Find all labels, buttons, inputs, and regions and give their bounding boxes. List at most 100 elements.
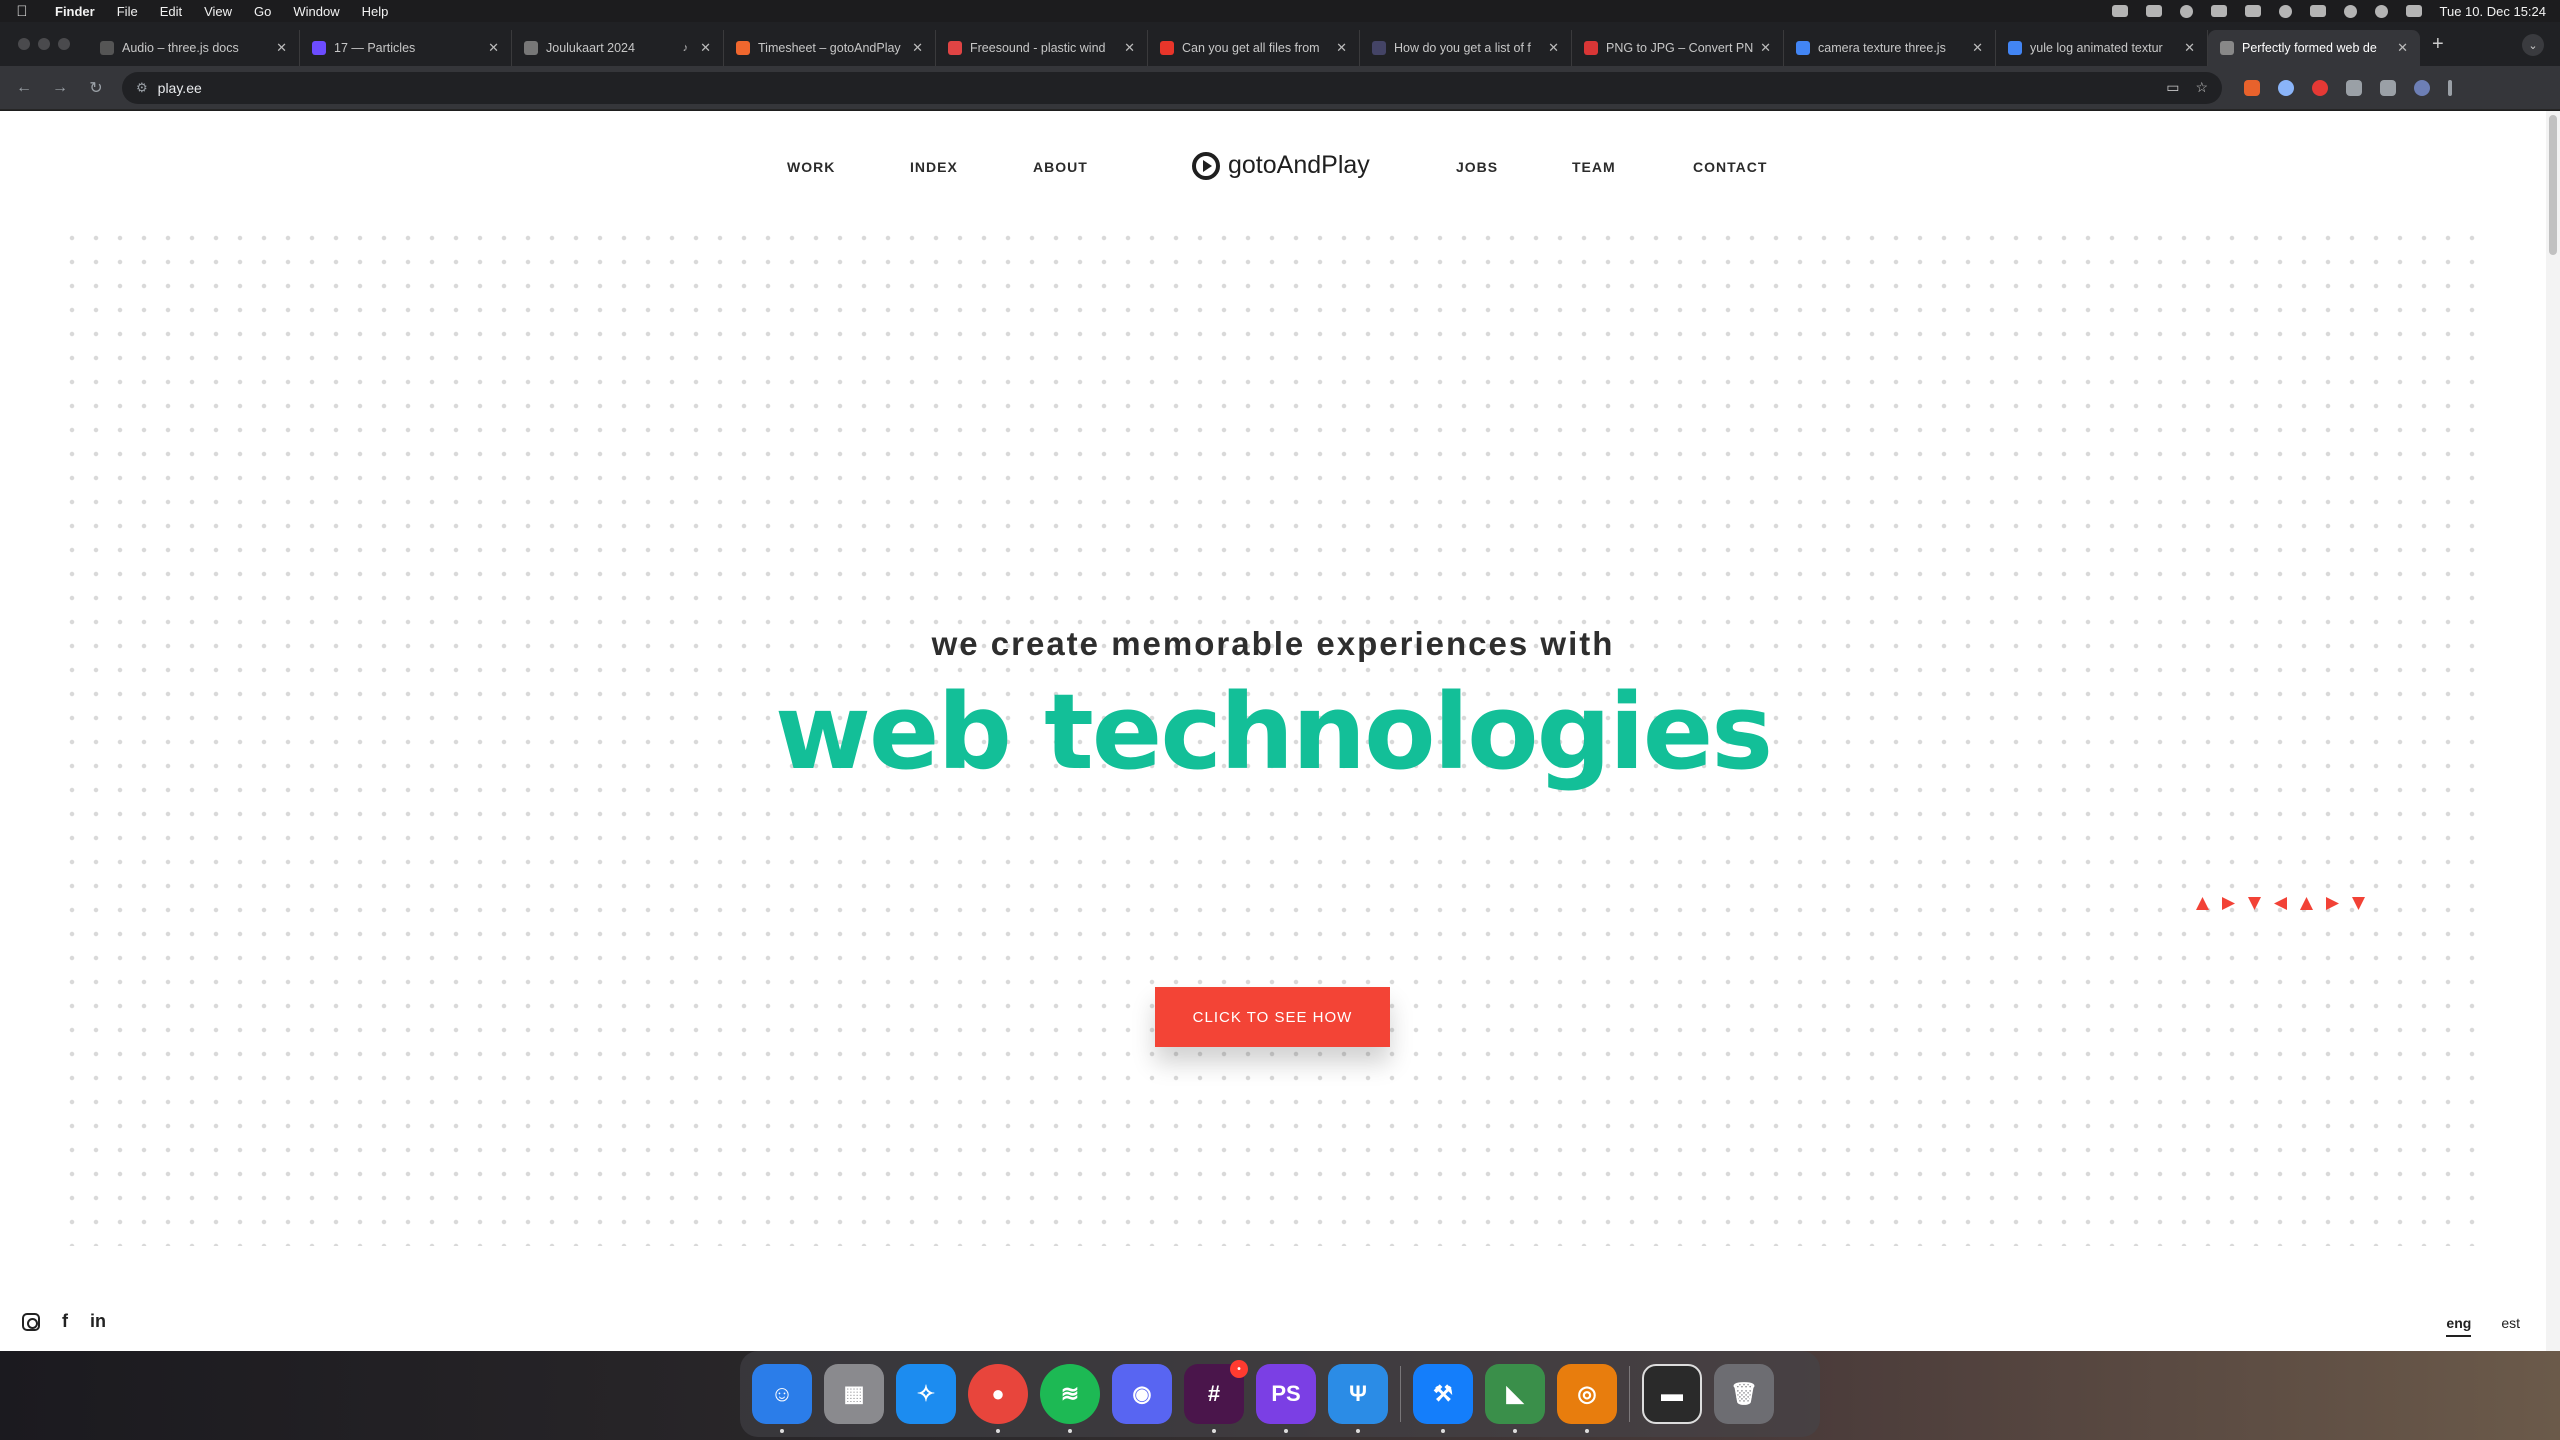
extension-red-icon[interactable] [2312,79,2328,96]
bookmark-star-icon[interactable]: ☆ [2195,79,2208,96]
menu-help[interactable]: Help [351,4,400,19]
tab-timesheet[interactable]: Timesheet – gotoAndPlay ✕ [724,30,936,66]
nav-about[interactable]: ABOUT [1033,159,1088,175]
play-status-icon[interactable] [2278,4,2292,18]
spotify-icon[interactable]: ≋ [1040,1364,1100,1433]
arrow-up-icon [2196,897,2209,910]
keyboard-layout-icon[interactable] [2244,5,2261,17]
menu-app-name[interactable]: Finder [44,4,106,19]
apple-icon[interactable]:  [0,3,44,20]
battery-icon[interactable] [2309,5,2326,17]
extension-orange-icon[interactable] [2244,79,2260,96]
tab-close-icon[interactable]: ✕ [2184,40,2195,56]
launchpad-icon[interactable]: ▦ [824,1364,884,1424]
dock-separator [1629,1366,1630,1422]
trash-icon[interactable]: 🗑 [1714,1364,1774,1424]
menu-view[interactable]: View [193,4,243,19]
control-center-icon[interactable] [2405,5,2422,17]
tab-audio-threejs[interactable]: Audio – three.js docs ✕ [88,30,300,66]
menu-go[interactable]: Go [243,4,282,19]
downloads-icon[interactable] [2380,79,2396,96]
safari-icon[interactable]: ✧ [896,1364,956,1424]
tab-close-icon[interactable]: ✕ [1336,40,1347,56]
extension-globe-icon[interactable] [2278,79,2294,96]
install-app-icon[interactable]: ▭ [2166,79,2179,96]
tab-active-play-ee[interactable]: Perfectly formed web de ✕ [2208,30,2420,66]
lang-eng[interactable]: eng [2446,1315,2472,1337]
site-info-icon[interactable]: ⚙ [136,80,148,96]
app-status-icon[interactable] [2145,5,2162,17]
site-logo[interactable]: gotoAndPlay [1192,151,1370,180]
back-icon[interactable]: ← [6,79,42,97]
nav-index[interactable]: INDEX [910,159,958,175]
new-tab-button[interactable]: + [2432,33,2444,56]
downloads-stack-icon[interactable]: ▬ [1642,1364,1702,1424]
menu-file[interactable]: File [106,4,149,19]
menu-window[interactable]: Window [282,4,350,19]
tab-png-to-jpg[interactable]: PNG to JPG – Convert PN ✕ [1572,30,1784,66]
tab-close-icon[interactable]: ✕ [2397,40,2408,56]
affinity-icon[interactable]: ◣ [1485,1364,1545,1433]
site-navigation: WORK INDEX ABOUT gotoAndPlay JOBS TEAM C… [0,147,2546,187]
nav-team[interactable]: TEAM [1572,159,1616,175]
cta-button[interactable]: CLICK TO SEE HOW [1155,987,1390,1047]
tab-particles[interactable]: 17 — Particles ✕ [300,30,512,66]
tab-yule-log[interactable]: yule log animated textur ✕ [1996,30,2208,66]
page-scrollbar[interactable] [2546,111,2560,1351]
tab-search-icon[interactable]: ⌄ [2522,34,2544,56]
tab-close-icon[interactable]: ✕ [912,40,923,56]
scrollbar-thumb[interactable] [2549,115,2557,255]
tab-close-icon[interactable]: ✕ [1972,40,1983,56]
menu-clock[interactable]: Tue 10. Dec 15:24 [2440,4,2546,19]
tab-close-icon[interactable]: ✕ [1760,40,1771,56]
linkedin-icon[interactable]: in [90,1311,106,1332]
menu-edit[interactable]: Edit [149,4,193,19]
spotlight-icon[interactable] [2374,4,2388,18]
dropbox-icon[interactable] [2111,5,2128,17]
logo-play-icon [1192,151,1220,180]
tab-favicon-icon [1160,41,1174,55]
zoom-window-button[interactable] [58,38,70,50]
nav-jobs[interactable]: JOBS [1456,159,1498,175]
tab-joulukaart[interactable]: Joulukaart 2024 ♪ ✕ [512,30,724,66]
decorative-arrows [2196,897,2365,910]
nav-contact[interactable]: CONTACT [1693,159,1767,175]
address-url[interactable]: play.ee [158,80,202,96]
tab-camera-texture[interactable]: camera texture three.js ✕ [1784,30,1996,66]
tab-close-icon[interactable]: ✕ [1548,40,1559,56]
speaker-icon[interactable]: ♪ [683,42,689,54]
discord-icon[interactable]: ◉ [1112,1364,1172,1424]
extensions-puzzle-icon[interactable] [2346,79,2362,96]
close-window-button[interactable] [18,38,30,50]
tab-how-do-you-get-list[interactable]: How do you get a list of f ✕ [1360,30,1572,66]
profile-avatar[interactable] [2414,79,2430,96]
blender-icon[interactable]: ◎ [1557,1364,1617,1433]
reload-icon[interactable]: ↻ [78,78,114,98]
lang-est[interactable]: est [2501,1315,2520,1337]
address-bar[interactable]: ⚙ play.ee ▭ ☆ [122,71,2222,104]
tab-close-icon[interactable]: ✕ [488,40,499,56]
fork-icon[interactable]: Ψ [1328,1364,1388,1433]
menu-bar:  Finder File Edit View Go Window Help T… [0,0,2560,22]
tab-can-you-get-files[interactable]: Can you get all files from ✕ [1148,30,1360,66]
instagram-icon[interactable] [22,1312,40,1331]
tab-freesound[interactable]: Freesound - plastic wind ✕ [936,30,1148,66]
minimize-window-button[interactable] [38,38,50,50]
xcode-icon[interactable]: ⚒ [1413,1364,1473,1433]
tab-close-icon[interactable]: ✕ [1124,40,1135,56]
arrow-down-icon [2248,897,2261,910]
nav-work[interactable]: WORK [787,159,835,175]
more-menu-icon[interactable] [2448,79,2452,96]
phpstorm-icon[interactable]: PS [1256,1364,1316,1433]
wifi-icon[interactable] [2343,4,2357,18]
creative-cloud-icon[interactable] [2210,5,2227,17]
facebook-icon[interactable]: f [62,1311,68,1332]
slack-icon[interactable]: # • [1184,1360,1248,1433]
tab-close-icon[interactable]: ✕ [276,40,287,56]
language-switcher: eng est [2446,1315,2520,1337]
finder-icon[interactable]: ☺ [752,1364,812,1433]
forward-icon[interactable]: → [42,79,78,97]
tab-close-icon[interactable]: ✕ [700,40,711,56]
chrome-icon[interactable]: ● [968,1364,1028,1433]
status-icon[interactable] [2179,4,2193,18]
